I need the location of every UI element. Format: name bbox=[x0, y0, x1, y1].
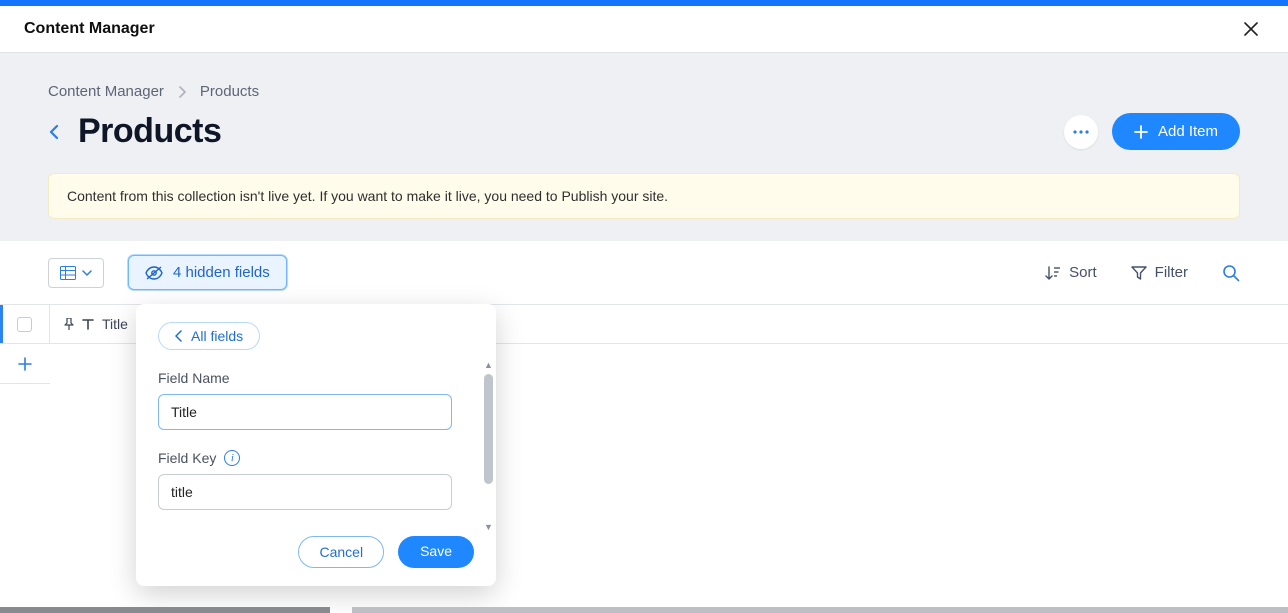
search-button[interactable] bbox=[1222, 264, 1240, 282]
page-title: Products bbox=[78, 112, 221, 151]
chevron-right-icon bbox=[178, 86, 186, 98]
select-all-cell[interactable] bbox=[0, 305, 50, 343]
field-key-input[interactable] bbox=[158, 474, 452, 510]
title-bar: Content Manager bbox=[0, 6, 1288, 53]
notice-text: Content from this collection isn't live … bbox=[67, 188, 668, 204]
heading-row: Products Add Item bbox=[48, 112, 1240, 151]
sort-icon bbox=[1045, 265, 1061, 281]
field-name-label: Field Name bbox=[158, 370, 474, 386]
field-name-input[interactable] bbox=[158, 394, 452, 430]
publish-notice-banner: Content from this collection isn't live … bbox=[48, 173, 1240, 219]
filter-label: Filter bbox=[1155, 264, 1188, 281]
page-header: Content Manager Products Products Add It… bbox=[0, 53, 1288, 241]
back-icon[interactable] bbox=[48, 123, 60, 141]
close-icon[interactable] bbox=[1238, 18, 1264, 40]
cancel-button[interactable]: Cancel bbox=[298, 536, 384, 568]
breadcrumb: Content Manager Products bbox=[48, 83, 1240, 100]
eye-off-icon bbox=[145, 266, 163, 280]
hidden-fields-label: 4 hidden fields bbox=[173, 264, 270, 281]
decorative-shadow bbox=[352, 607, 1288, 613]
scroll-up-icon[interactable]: ▲ bbox=[484, 360, 493, 369]
chevron-left-icon bbox=[175, 330, 183, 342]
all-fields-back-button[interactable]: All fields bbox=[158, 322, 260, 350]
sort-button[interactable]: Sort bbox=[1045, 264, 1097, 281]
breadcrumb-current[interactable]: Products bbox=[200, 83, 259, 100]
column-title-label: Title bbox=[102, 316, 128, 332]
app-title: Content Manager bbox=[24, 20, 155, 38]
popover-footer: Cancel Save bbox=[136, 522, 496, 586]
chevron-down-icon bbox=[82, 270, 92, 276]
add-row-button[interactable] bbox=[0, 344, 50, 384]
checkbox-icon bbox=[17, 317, 32, 332]
add-item-button[interactable]: Add Item bbox=[1112, 113, 1240, 150]
scrollbar-thumb[interactable] bbox=[484, 374, 493, 484]
save-button[interactable]: Save bbox=[398, 536, 474, 568]
scroll-down-icon[interactable]: ▼ bbox=[484, 522, 493, 531]
add-item-label: Add Item bbox=[1158, 123, 1218, 140]
view-mode-toggle[interactable] bbox=[48, 258, 104, 288]
filter-button[interactable]: Filter bbox=[1131, 264, 1188, 281]
filter-icon bbox=[1131, 266, 1147, 280]
field-key-label: Field Key bbox=[158, 450, 216, 466]
decorative-shadow bbox=[0, 607, 330, 613]
info-icon[interactable]: i bbox=[224, 450, 240, 466]
all-fields-label: All fields bbox=[191, 328, 243, 344]
more-actions-button[interactable] bbox=[1064, 115, 1098, 149]
pin-icon bbox=[64, 318, 74, 330]
text-type-icon bbox=[82, 318, 94, 330]
field-settings-popover: All fields ▲ ▼ Field Name Field Key i Ca… bbox=[136, 304, 496, 586]
plus-icon bbox=[1134, 125, 1148, 139]
collection-toolbar: 4 hidden fields Sort Filter bbox=[0, 241, 1288, 304]
table-icon bbox=[60, 266, 76, 280]
sort-label: Sort bbox=[1069, 264, 1097, 281]
hidden-fields-button[interactable]: 4 hidden fields bbox=[128, 255, 287, 290]
breadcrumb-root[interactable]: Content Manager bbox=[48, 83, 164, 100]
